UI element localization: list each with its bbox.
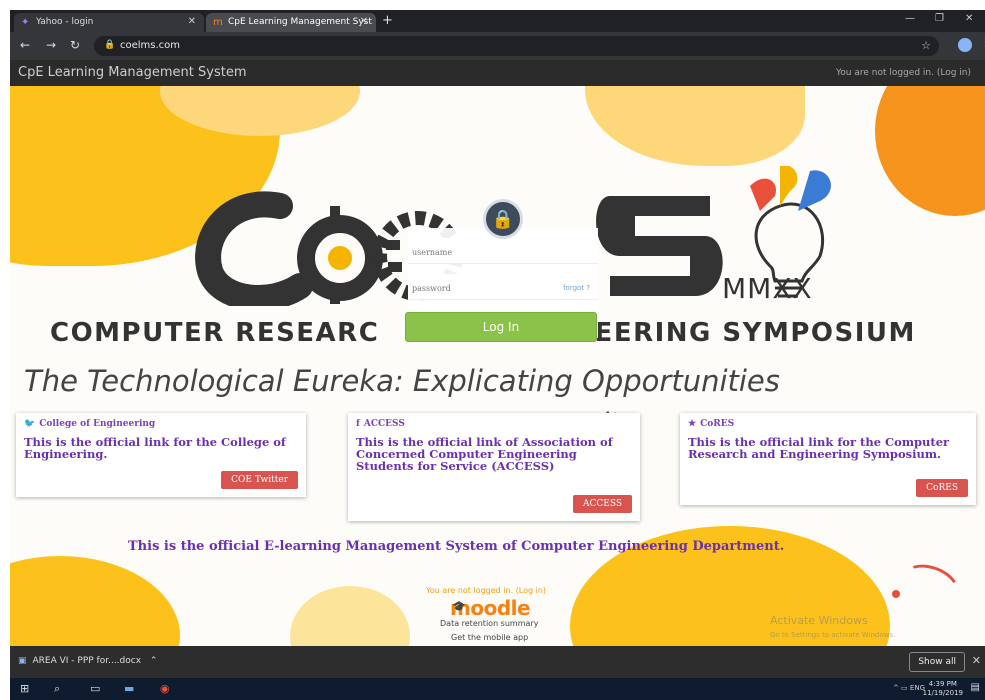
card-title: f ACCESS	[356, 419, 632, 429]
access-button[interactable]: ACCESS	[572, 495, 632, 513]
forgot-password-link[interactable]: forgot ?	[563, 284, 590, 292]
card-description: This is the official link for the Comput…	[688, 435, 950, 461]
decor-blob	[290, 586, 410, 646]
menu-icon[interactable]: ⋮	[980, 36, 985, 49]
card-title-text: College of Engineering	[39, 419, 156, 429]
tab-label: Yahoo - login	[36, 17, 94, 27]
show-all-button[interactable]: Show all	[909, 652, 965, 672]
profile-avatar[interactable]	[958, 38, 972, 52]
reload-icon[interactable]: ↻	[70, 38, 80, 52]
hero-tagline: The Technological Eureka: Explicating Op…	[24, 364, 780, 398]
official-statement: This is the official E-learning Manageme…	[128, 539, 785, 554]
moodle-hat-icon: 🎓	[452, 600, 466, 613]
restore-icon[interactable]: ❐	[935, 13, 944, 24]
download-filename: AREA VI - PPP for....docx	[32, 656, 142, 666]
os-taskbar: ⊞ ⌕ ▭ ▬ ◉ ^ ▭ ENG 4:39 PM 11/19/2019 ▤	[10, 678, 985, 700]
headline-left: COMPUTER RESEARC	[50, 318, 380, 348]
cores-button[interactable]: CoRES	[916, 479, 968, 497]
login-status[interactable]: You are not logged in. (Log in)	[836, 68, 971, 78]
forward-icon[interactable]: →	[46, 38, 56, 52]
download-item[interactable]: ▣ AREA VI - PPP for....docx ⌃	[18, 656, 157, 666]
data-retention-link[interactable]: Data retention summary	[440, 619, 538, 628]
close-icon[interactable]: ✕	[360, 16, 368, 27]
decor-blob	[10, 556, 180, 646]
card-title: ★ CoRES	[688, 419, 968, 429]
site-brand[interactable]: CpE Learning Management System	[18, 65, 247, 80]
bookmark-star-icon[interactable]: ☆	[921, 39, 931, 52]
close-icon[interactable]: ✕	[972, 654, 981, 667]
facebook-icon: f	[356, 419, 360, 429]
windows-start-icon[interactable]: ⊞	[20, 682, 29, 695]
activate-windows-subtitle: Go to Settings to activate Windows.	[770, 631, 896, 639]
link-card-cores: ★ CoRES This is the official link for the…	[680, 413, 976, 505]
card-title-text: CoRES	[700, 419, 735, 429]
footer-login-status[interactable]: You are not logged in. (Log in)	[426, 586, 546, 595]
file-explorer-icon[interactable]: ▬	[124, 682, 134, 695]
card-title-text: ACCESS	[363, 419, 405, 429]
decor-dot	[892, 590, 900, 598]
word-doc-icon: ▣	[18, 656, 27, 666]
tab-cpe-lms[interactable]: m CpE Learning Management Syst ✕	[206, 13, 376, 32]
coe-twitter-button[interactable]: COE Twitter	[221, 471, 298, 489]
page-content: MMXX COMPUTER RESEARC NEERING SYMPOSIUM T…	[10, 86, 985, 646]
close-window-icon[interactable]: ✕	[965, 13, 973, 24]
mobile-app-link[interactable]: Get the mobile app	[451, 633, 528, 642]
search-icon[interactable]: ⌕	[54, 682, 60, 696]
system-tray[interactable]: ^ ▭ ENG	[893, 684, 925, 692]
padlock-icon: 🔒	[483, 199, 523, 239]
download-shelf: ▣ AREA VI - PPP for....docx ⌃ Show all ✕	[10, 646, 985, 678]
card-title: 🐦 College of Engineering	[24, 419, 298, 429]
password-field[interactable]: password forgot ?	[408, 274, 598, 300]
decor-blob	[875, 86, 985, 216]
moodle-icon: m	[213, 17, 223, 28]
lock-icon: 🔒	[104, 40, 116, 50]
twitter-icon: 🐦	[24, 419, 36, 429]
username-placeholder: username	[412, 248, 453, 257]
task-view-icon[interactable]: ▭	[90, 682, 100, 695]
browser-tab-strip: ✦ Yahoo - login ✕ m CpE Learning Managem…	[10, 10, 985, 32]
hero-year: MMXX	[722, 272, 813, 305]
star-icon: ★	[688, 419, 697, 429]
tab-label: CpE Learning Management Syst	[228, 17, 372, 27]
notification-icon[interactable]: ▤	[971, 682, 980, 693]
url-bar[interactable]: 🔒 coelms.com ☆	[94, 36, 939, 56]
username-field[interactable]: username	[408, 238, 598, 264]
chrome-icon[interactable]: ◉	[160, 682, 170, 695]
decor-swirl	[894, 556, 966, 616]
activate-windows-watermark: Activate Windows	[770, 614, 868, 627]
url-text: coelms.com	[120, 40, 181, 51]
link-card-coe: 🐦 College of Engineering This is the offi…	[16, 413, 306, 497]
back-icon[interactable]: ←	[20, 38, 30, 52]
site-navbar: CpE Learning Management System You are n…	[10, 60, 985, 86]
headline-right: NEERING SYMPOSIUM	[571, 318, 916, 348]
clock-date: 11/19/2019	[922, 689, 963, 697]
password-placeholder: password	[412, 284, 451, 293]
link-card-access: f ACCESS This is the official link of Ass…	[348, 413, 640, 521]
tab-yahoo-login[interactable]: ✦ Yahoo - login ✕	[14, 13, 204, 32]
card-description: This is the official link for the Colleg…	[24, 435, 286, 461]
card-description: This is the official link of Association…	[356, 435, 613, 473]
clock-time: 4:39 PM	[928, 680, 957, 688]
minimize-icon[interactable]: —	[905, 13, 915, 24]
taskbar-clock[interactable]: 4:39 PM 11/19/2019	[923, 680, 963, 698]
yahoo-icon: ✦	[21, 17, 30, 28]
new-tab-icon[interactable]: +	[382, 13, 393, 28]
close-icon[interactable]: ✕	[188, 16, 196, 27]
login-button[interactable]: Log In	[405, 312, 597, 342]
decor-blob	[585, 86, 805, 166]
chevron-up-icon[interactable]: ⌃	[150, 656, 158, 666]
address-toolbar: ← → ↻ 🔒 coelms.com ☆ ⋮	[10, 32, 985, 60]
